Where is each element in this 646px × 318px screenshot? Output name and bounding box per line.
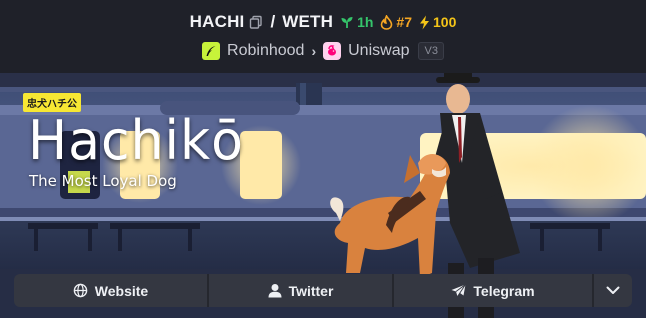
trending-rank-value: #7 xyxy=(396,14,412,30)
pair-age: 1h xyxy=(340,14,373,30)
website-button[interactable]: Website xyxy=(14,274,209,307)
dex-breadcrumb: Robinhood › Uniswap V3 xyxy=(0,40,646,62)
robinhood-logo-icon xyxy=(202,42,221,60)
boost-count[interactable]: 100 xyxy=(419,14,456,30)
exchange-name[interactable]: Uniswap xyxy=(348,42,409,60)
more-links-button[interactable] xyxy=(594,274,632,307)
version-badge: V3 xyxy=(418,42,444,60)
pair-header: HACHI / WETH 1h #7 100 Robinhood › Unisw… xyxy=(0,0,646,70)
user-icon xyxy=(268,283,282,298)
chevron-down-icon xyxy=(606,286,620,295)
quote-symbol: WETH xyxy=(282,12,334,31)
pair-age-value: 1h xyxy=(357,14,374,30)
paper-plane-icon xyxy=(451,283,467,298)
trending-rank: #7 xyxy=(380,14,412,30)
telegram-button[interactable]: Telegram xyxy=(394,274,594,307)
chain-name[interactable]: Robinhood xyxy=(227,42,304,60)
lightning-icon xyxy=(419,15,430,30)
flame-icon xyxy=(380,14,393,30)
seedling-icon xyxy=(340,15,354,29)
base-symbol: HACHI xyxy=(189,12,245,31)
pair-separator: / xyxy=(270,12,276,31)
website-label: Website xyxy=(94,282,149,299)
banner-subtitle: The Most Loyal Dog xyxy=(29,172,177,190)
chevron-right-icon: › xyxy=(311,43,317,59)
twitter-button[interactable]: Twitter xyxy=(209,274,394,307)
banner-title: Hachikō xyxy=(28,109,244,173)
social-links-bar: Website Twitter Telegram xyxy=(14,274,632,307)
copy-icon[interactable] xyxy=(249,15,263,29)
pair-title-row: HACHI / WETH 1h #7 100 xyxy=(0,11,646,33)
telegram-label: Telegram xyxy=(473,282,535,299)
boost-count-value: 100 xyxy=(433,14,457,30)
uniswap-logo-icon xyxy=(323,42,342,60)
globe-icon xyxy=(73,283,88,298)
twitter-label: Twitter xyxy=(288,282,334,299)
